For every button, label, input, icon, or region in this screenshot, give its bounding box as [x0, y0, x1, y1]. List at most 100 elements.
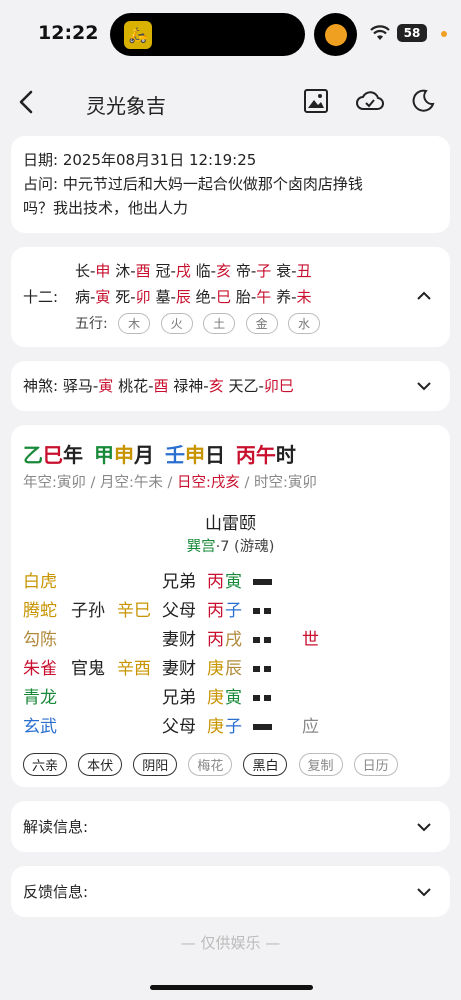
wifi-icon	[370, 25, 390, 40]
question-card: 日期: 2025年08月31日 12:19:25 占问: 中元节过后和大妈一起合…	[11, 136, 450, 233]
stage-item: 冠-戌	[155, 262, 191, 280]
wuxing-row: 五行: 木 火 土 金 水	[75, 313, 326, 334]
liushen: 腾蛇	[23, 601, 57, 621]
stage-item: 临-亥	[195, 262, 232, 280]
line-stem: 庚	[207, 659, 224, 679]
liuqin: 兄弟	[162, 572, 196, 592]
gua-palace-row: 巽宫·7 (游魂)	[11, 535, 450, 556]
yang-line-icon	[253, 568, 272, 597]
fushen-ganzhi: 辛巳	[117, 601, 151, 621]
line-branch: 子	[225, 717, 242, 737]
copy-button[interactable]: 复制	[298, 753, 343, 776]
question-row: 占问: 中元节过后和大妈一起合伙做那个卤肉店挣钱	[23, 172, 363, 196]
twelve-row2: 病-寅 死-卯 墓-辰 绝-巳 胎-午 养-未	[75, 285, 312, 309]
stage-item: 胎-午	[235, 288, 272, 306]
shensha-item: 驿马-寅	[62, 377, 114, 395]
yao-line: 玄武 父母庚子 应	[11, 713, 450, 742]
liuqin: 父母	[162, 717, 196, 737]
footer-note: — 仅供娱乐 —	[180, 934, 281, 952]
fushen-ganzhi: 辛酉	[117, 659, 151, 679]
shensha-item: 桃花-酉	[118, 377, 169, 395]
wuxing-water-button[interactable]: 水	[288, 313, 321, 334]
fushen-relation: 官鬼	[71, 659, 105, 679]
shi-marker: 世	[302, 630, 319, 650]
line-branch: 辰	[225, 659, 242, 679]
stage-item: 墓-辰	[155, 288, 191, 306]
stage-item: 病-寅	[75, 288, 111, 306]
liuqin: 妻财	[162, 659, 196, 679]
date-row: 日期: 2025年08月31日 12:19:25	[23, 148, 256, 172]
yao-line: 腾蛇 子孙 辛巳 父母丙子	[11, 597, 450, 626]
yao-line: 勾陈 妻财丙戌 世	[11, 626, 450, 655]
interpretation-section[interactable]: 解读信息:	[11, 801, 450, 852]
wuxing-fire-button[interactable]: 火	[160, 313, 193, 334]
stage-item: 死-卯	[115, 288, 151, 306]
line-branch: 戌	[225, 630, 242, 650]
yin-line-icon	[253, 684, 275, 713]
kong-month: 月空:午未	[100, 475, 163, 491]
shensha-item: 天乙-卯巳	[228, 377, 294, 395]
shensha-card[interactable]: 神煞: 驿马-寅 桃花-酉 禄神-亥 天乙-卯巳	[11, 361, 450, 411]
question-line1: 中元节过后和大妈一起合伙做那个卤肉店挣钱	[62, 175, 363, 193]
liushen: 白虎	[23, 572, 57, 592]
feedback-section[interactable]: 反馈信息:	[11, 866, 450, 917]
line-stem: 丙	[207, 572, 224, 592]
wuxing-earth-button[interactable]: 土	[203, 313, 236, 334]
yao-line: 朱雀 官鬼 辛酉 妻财庚辰	[11, 655, 450, 684]
wuxing-metal-button[interactable]: 金	[245, 313, 278, 334]
kong-year: 年空:寅卯	[23, 475, 86, 491]
dynamic-island: 🛵	[110, 13, 305, 56]
chevron-down-icon[interactable]	[417, 822, 431, 832]
privacy-dot	[441, 31, 447, 37]
question-label: 占问:	[23, 175, 59, 193]
stage-item: 衰-丑	[276, 262, 312, 280]
date-value: 2025年08月31日 12:19:25	[62, 151, 257, 169]
liushen: 玄武	[23, 717, 57, 737]
toggle-yinyang[interactable]: 阴阳	[133, 753, 178, 776]
toggle-row: 六亲 本伏 阴阳 梅花 黑白 复制 日历	[23, 753, 404, 776]
back-icon[interactable]	[16, 89, 36, 115]
toggle-heibai[interactable]: 黑白	[243, 753, 288, 776]
twelve-stages-card[interactable]: 十二: 长-申 沐-酉 冠-戌 临-亥 帝-子 衰-丑 病-寅 死-卯 墓-辰 …	[11, 247, 450, 347]
wuxing-label: 五行:	[75, 316, 108, 332]
calendar-button[interactable]: 日历	[353, 753, 398, 776]
yin-line-icon	[253, 597, 275, 626]
liuqin: 妻财	[162, 630, 196, 650]
liushen: 朱雀	[23, 659, 57, 679]
line-branch: 子	[225, 601, 242, 621]
line-branch: 寅	[225, 572, 242, 592]
question-line2: 吗？我出技术，他出人力	[23, 199, 189, 217]
cloud-sync-icon[interactable]	[355, 88, 385, 114]
twelve-label: 十二:	[23, 288, 59, 306]
chevron-up-icon[interactable]	[417, 291, 431, 301]
toggle-meihua[interactable]: 梅花	[188, 753, 233, 776]
home-indicator[interactable]	[150, 985, 313, 990]
shensha-item: 禄神-亥	[173, 377, 224, 395]
fushen-relation: 子孙	[71, 601, 105, 621]
liuqin: 父母	[162, 601, 196, 621]
gua-palace: 巽宫	[186, 539, 216, 555]
liuqin: 兄弟	[162, 688, 196, 708]
stage-item: 沐-酉	[115, 262, 151, 280]
gua-name: 山雷颐	[205, 514, 256, 534]
line-stem: 庚	[207, 717, 224, 737]
interpretation-label: 解读信息:	[23, 818, 89, 836]
toggle-benfu[interactable]: 本伏	[78, 753, 123, 776]
twelve-row1: 长-申 沐-酉 冠-戌 临-亥 帝-子 衰-丑	[75, 259, 312, 283]
wuxing-wood-button[interactable]: 木	[118, 313, 151, 334]
chevron-down-icon[interactable]	[417, 887, 431, 897]
liushen: 勾陈	[23, 630, 57, 650]
four-pillars: 乙巳年 甲申月 壬申日 丙午时	[23, 443, 296, 467]
void-row: 年空:寅卯 / 月空:午未 / 日空:戌亥 / 时空:寅卯	[23, 475, 317, 491]
feedback-label: 反馈信息:	[23, 883, 89, 901]
image-export-icon[interactable]	[303, 88, 329, 114]
status-time: 12:22	[38, 22, 99, 44]
chevron-down-icon[interactable]	[417, 381, 431, 391]
date-label: 日期:	[23, 151, 59, 169]
toggle-liuqin[interactable]: 六亲	[23, 753, 68, 776]
gua-sub: ·7 (游魂)	[215, 539, 275, 555]
shensha-label: 神煞:	[23, 377, 59, 395]
dark-mode-icon[interactable]	[410, 88, 436, 114]
yin-line-icon	[253, 626, 275, 655]
mic-indicator	[314, 13, 357, 56]
